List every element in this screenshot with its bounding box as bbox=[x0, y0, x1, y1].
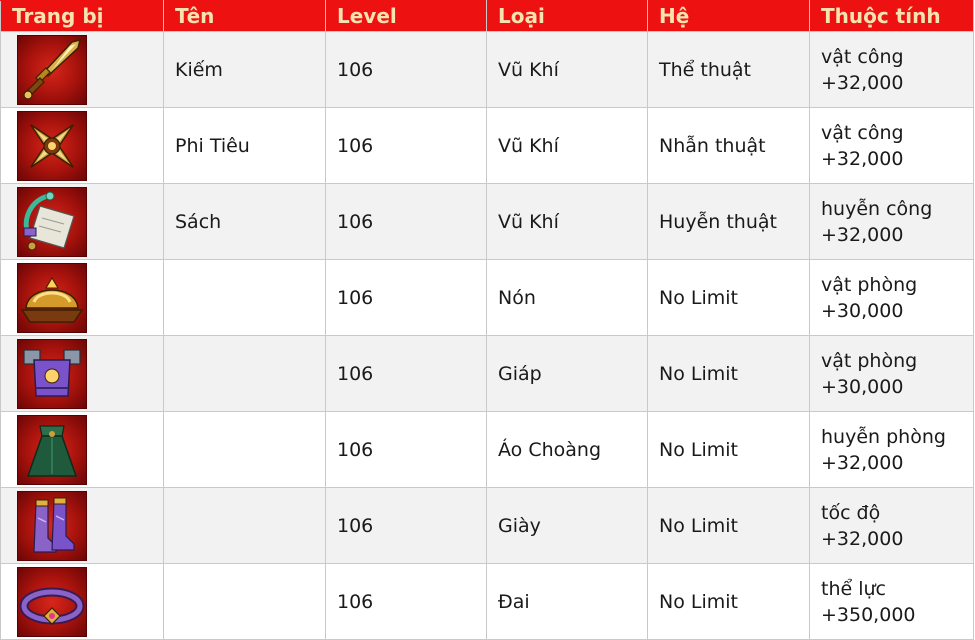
table-row: Sách 106 Vũ Khí Huyễn thuật huyễn công +… bbox=[0, 183, 974, 260]
item-system: Thể thuật bbox=[647, 31, 810, 108]
item-name: Sách bbox=[163, 183, 326, 260]
attribute-stat: vật công bbox=[821, 121, 904, 144]
scroll-book-icon bbox=[17, 186, 87, 257]
item-name bbox=[163, 487, 326, 564]
item-level: 106 bbox=[325, 31, 487, 108]
header-equip: Trang bị bbox=[0, 0, 164, 32]
table-row: Phi Tiêu 106 Vũ Khí Nhẫn thuật vật công … bbox=[0, 107, 974, 184]
equipment-table: Trang bị Tên Level Loại Hệ Thuộc tính Ki… bbox=[0, 0, 974, 640]
item-level: 106 bbox=[325, 335, 487, 412]
attribute-value: +32,000 bbox=[821, 527, 904, 550]
item-type: Vũ Khí bbox=[486, 107, 648, 184]
header-system: Hệ bbox=[647, 0, 810, 32]
item-name bbox=[163, 563, 326, 640]
item-attribute: thể lực +350,000 bbox=[809, 563, 974, 640]
table-row: 106 Áo Choàng No Limit huyễn phòng +32,0… bbox=[0, 411, 974, 488]
table-row: 106 Nón No Limit vật phòng +30,000 bbox=[0, 259, 974, 336]
table-row: Kiếm 106 Vũ Khí Thể thuật vật công +32,0… bbox=[0, 31, 974, 108]
item-attribute: tốc độ +32,000 bbox=[809, 487, 974, 564]
header-row: Trang bị Tên Level Loại Hệ Thuộc tính bbox=[0, 0, 974, 32]
item-attribute: vật phòng +30,000 bbox=[809, 335, 974, 412]
item-type: Vũ Khí bbox=[486, 183, 648, 260]
item-name: Kiếm bbox=[163, 31, 326, 108]
attribute-stat: huyễn công bbox=[821, 197, 933, 220]
belt-icon bbox=[17, 566, 87, 637]
item-type: Vũ Khí bbox=[486, 31, 648, 108]
item-name bbox=[163, 411, 326, 488]
cloak-icon bbox=[17, 414, 87, 485]
item-attribute: vật công +32,000 bbox=[809, 31, 974, 108]
item-system: No Limit bbox=[647, 411, 810, 488]
table-row: 106 Giày No Limit tốc độ +32,000 bbox=[0, 487, 974, 564]
item-name: Phi Tiêu bbox=[163, 107, 326, 184]
item-attribute: vật công +32,000 bbox=[809, 107, 974, 184]
item-level: 106 bbox=[325, 563, 487, 640]
item-level: 106 bbox=[325, 487, 487, 564]
header-type: Loại bbox=[486, 0, 648, 32]
item-attribute: vật phòng +30,000 bbox=[809, 259, 974, 336]
item-system: Nhẫn thuật bbox=[647, 107, 810, 184]
armor-icon bbox=[17, 338, 87, 409]
attribute-stat: vật công bbox=[821, 45, 904, 68]
attribute-value: +350,000 bbox=[821, 603, 916, 626]
table-row: 106 Đai No Limit thể lực +350,000 bbox=[0, 563, 974, 640]
item-level: 106 bbox=[325, 411, 487, 488]
item-name bbox=[163, 259, 326, 336]
item-type: Giáp bbox=[486, 335, 648, 412]
attribute-value: +30,000 bbox=[821, 375, 904, 398]
header-level: Level bbox=[325, 0, 487, 32]
item-system: Huyễn thuật bbox=[647, 183, 810, 260]
item-type: Giày bbox=[486, 487, 648, 564]
item-type: Nón bbox=[486, 259, 648, 336]
attribute-value: +30,000 bbox=[821, 299, 904, 322]
attribute-value: +32,000 bbox=[821, 223, 904, 246]
attribute-stat: vật phòng bbox=[821, 349, 918, 372]
helmet-icon bbox=[17, 262, 87, 333]
boots-icon bbox=[17, 490, 87, 561]
attribute-stat: huyễn phòng bbox=[821, 425, 946, 448]
item-level: 106 bbox=[325, 259, 487, 336]
item-type: Đai bbox=[486, 563, 648, 640]
item-name bbox=[163, 335, 326, 412]
header-attribute: Thuộc tính bbox=[809, 0, 974, 32]
attribute-stat: vật phòng bbox=[821, 273, 918, 296]
item-system: No Limit bbox=[647, 335, 810, 412]
item-level: 106 bbox=[325, 183, 487, 260]
attribute-value: +32,000 bbox=[821, 71, 904, 94]
attribute-stat: tốc độ bbox=[821, 501, 881, 524]
item-attribute: huyễn công +32,000 bbox=[809, 183, 974, 260]
item-system: No Limit bbox=[647, 487, 810, 564]
shuriken-icon bbox=[17, 110, 87, 181]
attribute-value: +32,000 bbox=[821, 451, 904, 474]
item-attribute: huyễn phòng +32,000 bbox=[809, 411, 974, 488]
sword-icon bbox=[17, 34, 87, 105]
item-level: 106 bbox=[325, 107, 487, 184]
attribute-value: +32,000 bbox=[821, 147, 904, 170]
attribute-stat: thể lực bbox=[821, 577, 886, 600]
header-name: Tên bbox=[163, 0, 326, 32]
item-type: Áo Choàng bbox=[486, 411, 648, 488]
item-system: No Limit bbox=[647, 563, 810, 640]
item-system: No Limit bbox=[647, 259, 810, 336]
table-row: 106 Giáp No Limit vật phòng +30,000 bbox=[0, 335, 974, 412]
